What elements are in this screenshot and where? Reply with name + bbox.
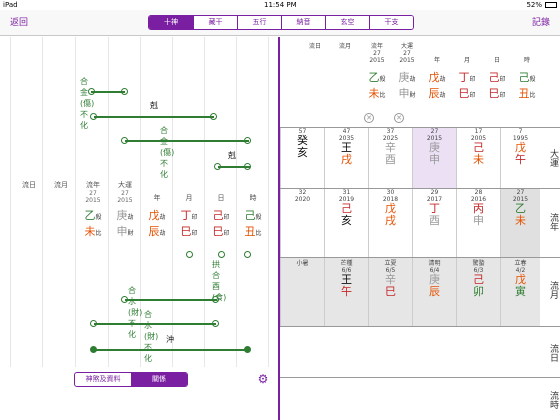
liuyue-cell[interactable]: 芒種 6/6 王午 <box>324 258 368 326</box>
rh-day: 日 <box>493 57 500 64</box>
natal-chart-row: 流日 流月 流年 27 2015 大運 27 2015 年 月 日 時 乙殺 未比… <box>280 37 540 127</box>
liunian-cell-selected[interactable]: 27 2015 乙未 <box>500 189 540 257</box>
liunian-cell[interactable]: 32 2020 <box>280 189 324 257</box>
pillar-year: 戊劫 辰劫 <box>148 209 166 238</box>
tab-ganzhi[interactable]: 干支 <box>369 16 413 29</box>
pillar-liunian: 乙殺 未比 <box>84 209 102 238</box>
liunian-row: 32 2020 31 2019 己亥 30 2018 戊戌 29 2017 丁酉 28 2016… <box>280 189 540 257</box>
dayun-cell-selected[interactable]: 27 2015 庚申 <box>412 128 456 188</box>
liuyue-cell[interactable]: 立春 4/2 戊寅 <box>500 258 540 326</box>
liuyue-cell[interactable]: 小暑 <box>280 258 324 326</box>
dayun-cell[interactable]: 47 2035 王戌 <box>324 128 368 188</box>
header-day: 日 <box>217 194 225 202</box>
relation-label: 剋 <box>228 151 236 160</box>
dayun-cell[interactable]: 17 2005 己未 <box>456 128 500 188</box>
row-label-liuyue: 流月 <box>548 281 558 299</box>
tab-nayin[interactable]: 納音 <box>281 16 325 29</box>
clear-liunian-icon[interactable]: ✕ <box>364 113 374 123</box>
relation-label: 沖 <box>166 335 174 344</box>
status-bar: iPad 11:54 PM 52% <box>0 0 560 10</box>
clear-dayun-icon[interactable]: ✕ <box>394 113 404 123</box>
pillar-hour: 己殺 丑比 <box>244 209 262 238</box>
dayun-cell[interactable]: 37 2025 辛酉 <box>368 128 412 188</box>
dayun-cell[interactable]: 57 癸亥 <box>280 128 324 188</box>
liuyue-cell[interactable]: 驚蟄 6/3 己卯 <box>456 258 500 326</box>
liunian-cell[interactable]: 31 2019 己亥 <box>324 189 368 257</box>
view-segmented-control: 十神 藏干 五行 納音 玄空 干支 <box>148 15 414 30</box>
liunian-cell[interactable]: 28 2016 丙申 <box>456 189 500 257</box>
row-label-liunian: 流年 <box>548 213 558 231</box>
dayun-cell[interactable]: 7 1995 戊午 <box>500 128 540 188</box>
liuyue-row: 小暑 芒種 6/6 王午 立夏 6/5 辛巳 清明 6/4 庚辰 驚蟄 6/3 己卯 立春 4/2… <box>280 258 540 326</box>
back-button[interactable]: 返回 <box>10 10 28 36</box>
liunian-cell[interactable]: 29 2017 丁酉 <box>412 189 456 257</box>
rp-month: 丁印 巳印 <box>458 71 476 100</box>
record-button[interactable]: 記錄 <box>532 10 550 36</box>
tab-shensha[interactable]: 神煞及資料 <box>75 373 131 386</box>
tab-shishen[interactable]: 十神 <box>149 16 193 29</box>
tab-relations[interactable]: 關係 <box>131 373 187 386</box>
relation-label: 剋 <box>150 101 158 110</box>
clock: 11:54 PM <box>264 1 297 9</box>
row-label-dayun: 大運 <box>548 149 558 167</box>
tab-wuxing[interactable]: 五行 <box>237 16 281 29</box>
rh-year: 年 <box>433 57 440 64</box>
chart-panel: 流日 流月 流年 27 2015 大運 27 2015 年 月 日 時 乙殺 未比… <box>280 37 560 420</box>
header-liunian: 流年 27 2015 <box>85 181 101 204</box>
row-label-liuri: 流日 <box>548 344 558 362</box>
header-year: 年 <box>153 194 161 202</box>
rh-month: 月 <box>463 57 470 64</box>
liuyue-cell[interactable]: 清明 6/4 庚辰 <box>412 258 456 326</box>
battery-icon <box>545 2 557 8</box>
pillar-day: 己印 巳印 <box>212 209 230 238</box>
header-dayun: 大運 27 2015 <box>117 181 133 204</box>
row-label-liushi: 流時 <box>548 391 558 409</box>
gear-icon[interactable]: ⚙ <box>256 372 270 386</box>
rp-liunian: 乙殺 未比 <box>368 71 386 100</box>
liuyue-cell[interactable]: 立夏 6/5 辛巳 <box>368 258 412 326</box>
rp-day: 己印 巳印 <box>488 71 506 100</box>
relation-label: 合水(財)不化 <box>128 286 143 339</box>
header-liuyue: 流月 <box>54 181 68 189</box>
rp-dayun: 庚劫 申財 <box>398 71 416 100</box>
pillar-month: 丁印 巳印 <box>180 209 198 238</box>
rh-liuri: 流日 <box>308 43 321 50</box>
bottom-segmented-control: 神煞及資料 關係 <box>74 372 188 387</box>
tab-canggan[interactable]: 藏干 <box>193 16 237 29</box>
header-hour: 時 <box>249 194 257 202</box>
relation-label: 合金(傷)不化 <box>80 77 95 130</box>
battery-text: 52% <box>526 1 542 9</box>
relation-label: 合水(財)不化 <box>144 310 159 363</box>
rh-liuyue: 流月 <box>338 43 351 50</box>
rp-year: 戊劫 辰劫 <box>428 71 446 100</box>
rh-liunian: 流年 27 2015 <box>369 43 385 64</box>
relations-panel: 合金(傷)不化 剋 合金(傷)不化 剋 流日 流月 流年272015 大運272… <box>0 37 278 420</box>
header-month: 月 <box>185 194 193 202</box>
tab-xuankong[interactable]: 玄空 <box>325 16 369 29</box>
liunian-cell[interactable]: 30 2018 戊戌 <box>368 189 412 257</box>
pillar-grid: 流日 流月 流年 27 2015 大運 27 2015 年 月 日 時 乙殺 未比 庚劫申… <box>0 177 278 247</box>
pillar-dayun: 庚劫 申財 <box>116 209 134 238</box>
rp-hour: 己殺 丑比 <box>518 71 536 100</box>
header-liuri: 流日 <box>22 181 36 189</box>
relation-label: 合金(傷)不化 <box>160 126 175 179</box>
rh-dayun: 大運 27 2015 <box>399 43 415 64</box>
device-label: iPad <box>3 1 18 9</box>
rh-hour: 時 <box>523 57 530 64</box>
dayun-row: 57 癸亥 47 2035 王戌 37 2025 辛酉 27 2015 庚申 17 2005 己未… <box>280 128 540 188</box>
